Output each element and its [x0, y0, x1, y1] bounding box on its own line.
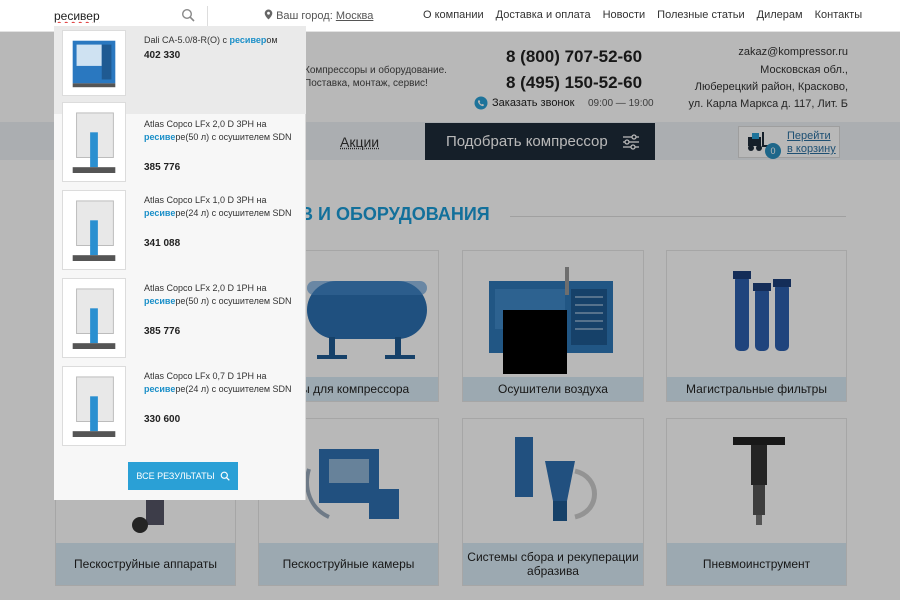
nav-contacts[interactable]: Контакты [815, 9, 863, 21]
search-result-title: Atlas Copco LFx 2,0 D 1PH на ресивере(50… [144, 282, 294, 308]
page: Ваш город: Москва О компании Доставка и о… [0, 0, 900, 600]
search-result-item[interactable]: Atlas Copco LFx 2,0 D 3PH на ресивере(50… [54, 102, 306, 190]
city-link[interactable]: Москва [336, 10, 374, 22]
nav-about[interactable]: О компании [423, 9, 484, 21]
result-title-post: ре(24 л) с осушителем SDN [175, 384, 292, 394]
result-title-highlight: ресиве [144, 384, 176, 394]
search-button[interactable] [178, 6, 198, 26]
city-label: Ваш город: [276, 10, 333, 22]
search-result-item[interactable]: Atlas Copco LFx 2,0 D 1PH на ресивере(50… [54, 278, 306, 366]
result-title-pre: Atlas Copco LFx 2,0 D 3PH на [144, 119, 267, 129]
product-thumbnail [62, 102, 126, 182]
nav-news[interactable]: Новости [603, 9, 646, 21]
product-thumbnail [62, 278, 126, 358]
result-title-highlight: ресиве [144, 296, 176, 306]
search-result-title: Atlas Copco LFx 1,0 D 3PH на ресивере(24… [144, 194, 294, 220]
result-title-post: ре(24 л) с осушителем SDN [175, 208, 292, 218]
nav-delivery[interactable]: Доставка и оплата [496, 9, 591, 21]
city-selector[interactable]: Ваш город: Москва [264, 9, 373, 22]
top-nav: О компании Доставка и оплата Новости Полезн… [423, 9, 862, 21]
product-thumbnail [62, 190, 126, 270]
result-title-pre: Atlas Copco LFx 2,0 D 1PH на [144, 283, 267, 293]
search-result-price: 402 330 [144, 50, 181, 61]
search-result-price: 385 776 [144, 326, 181, 337]
all-results-label: ВСЕ РЕЗУЛЬТАТЫ [136, 471, 215, 481]
search-result-title: Atlas Copco LFx 0,7 D 1PH на ресивере(24… [144, 370, 294, 396]
location-pin-icon [264, 9, 273, 20]
result-title-highlight: ресивер [229, 35, 267, 45]
search-result-title: Atlas Copco LFx 2,0 D 3PH на ресивере(50… [144, 118, 294, 144]
result-title-pre: Dali CA-5.0/8-R(O) с [144, 35, 230, 45]
search-icon [220, 471, 230, 481]
all-results-button[interactable]: ВСЕ РЕЗУЛЬТАТЫ [128, 462, 238, 490]
result-title-pre: Atlas Copco LFx 0,7 D 1PH на [144, 371, 267, 381]
search-result-price: 385 776 [144, 162, 181, 173]
search-result-item[interactable]: Atlas Copco LFx 1,0 D 3PH на ресивере(24… [54, 190, 306, 278]
search-result-item[interactable]: Dali CA-5.0/8-R(O) с ресивером 402 330 [54, 26, 306, 114]
search-result-price: 341 088 [144, 238, 181, 249]
product-thumbnail [62, 366, 126, 446]
search-icon [181, 8, 195, 22]
result-title-post: ре(50 л) с осушителем SDN [175, 132, 292, 142]
nav-dealers[interactable]: Дилерам [757, 9, 803, 21]
search-results-dropdown: Dali CA-5.0/8-R(O) с ресивером 402 330 A… [54, 26, 306, 500]
result-title-post: ом [266, 35, 278, 45]
result-title-post: ре(50 л) с осушителем SDN [175, 296, 292, 306]
search-result-price: 330 600 [144, 414, 181, 425]
search-result-item[interactable]: Atlas Copco LFx 0,7 D 1PH на ресивере(24… [54, 366, 306, 454]
search-result-title: Dali CA-5.0/8-R(O) с ресивером [144, 34, 294, 47]
result-title-highlight: ресиве [144, 208, 176, 218]
product-thumbnail [62, 30, 126, 96]
nav-articles[interactable]: Полезные статьи [657, 9, 744, 21]
result-title-pre: Atlas Copco LFx 1,0 D 3PH на [144, 195, 267, 205]
result-title-highlight: ресиве [144, 132, 176, 142]
divider [207, 6, 208, 26]
